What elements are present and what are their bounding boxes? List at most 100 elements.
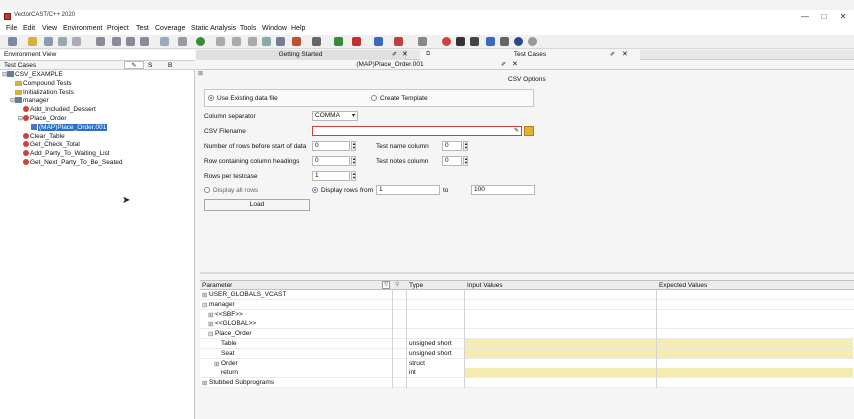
menu-window[interactable]: Window xyxy=(262,25,287,32)
close-window-button[interactable]: ✕ xyxy=(834,11,852,23)
row-expander-icon[interactable]: ⊞ xyxy=(208,311,213,319)
arrow-down-icon[interactable] xyxy=(96,37,105,46)
row-expander-icon[interactable]: ⊞ xyxy=(208,320,213,328)
tree-item[interactable]: ⊟ CSV_EXAMPLE xyxy=(2,71,63,78)
tree-item[interactable]: Clear_Table xyxy=(18,132,65,140)
tree-item[interactable]: Get_Check_Total xyxy=(18,141,80,148)
table-row[interactable]: Seat unsigned short xyxy=(200,348,854,359)
row-expander-icon[interactable]: ⊞ xyxy=(202,291,207,299)
edit-icon[interactable] xyxy=(72,37,81,46)
database-icon[interactable] xyxy=(486,37,495,46)
grid-icon[interactable] xyxy=(500,37,509,46)
test-name-column-stepper[interactable]: ▲ ▼ xyxy=(463,141,468,151)
menu-view[interactable]: View xyxy=(42,25,57,32)
report-icon[interactable] xyxy=(232,37,241,46)
test-notes-column-stepper[interactable]: ▲ ▼ xyxy=(463,156,468,166)
open-icon[interactable] xyxy=(28,37,37,46)
to-input[interactable]: 100 xyxy=(471,185,535,195)
coverage-icon[interactable] xyxy=(334,37,343,46)
step-up-icon[interactable] xyxy=(140,37,149,46)
expected-value-cell[interactable] xyxy=(657,368,853,378)
row-expander-icon[interactable]: ⊞ xyxy=(214,360,219,368)
filter-icon[interactable]: ▽ xyxy=(382,281,390,289)
table-row[interactable]: ⊞ <<SBF>> xyxy=(200,309,854,320)
expected-value-cell[interactable] xyxy=(657,310,853,319)
expected-value-cell[interactable] xyxy=(657,329,853,338)
input-value-cell[interactable] xyxy=(465,290,656,299)
tab-test-cases[interactable]: Test Cases xyxy=(420,50,640,60)
stop-icon[interactable] xyxy=(418,37,427,46)
collapse-icon[interactable]: ⊠ xyxy=(198,70,203,77)
input-value-cell[interactable] xyxy=(465,368,656,378)
input-value-cell[interactable] xyxy=(465,300,656,309)
monitor-icon[interactable] xyxy=(470,37,479,46)
tab-pin-icon[interactable]: ✐ xyxy=(392,51,397,58)
tab-split-icon[interactable]: ⧉ xyxy=(426,51,430,58)
expected-value-cell[interactable] xyxy=(657,290,853,299)
subtab-close-icon[interactable]: ✕ xyxy=(512,60,518,68)
pane-splitter[interactable] xyxy=(200,272,854,274)
row-expander-icon[interactable]: ⊞ xyxy=(202,379,207,387)
tree-item[interactable]: ⊟ manager xyxy=(10,97,49,104)
input-value-cell[interactable] xyxy=(465,329,656,338)
subtab-test-case[interactable]: (MAP)Place_Order.001 xyxy=(270,60,510,70)
input-value-cell[interactable] xyxy=(465,348,656,358)
heading-row-stepper[interactable]: ▲ ▼ xyxy=(351,156,356,166)
script-icon[interactable] xyxy=(216,37,225,46)
tree-item[interactable]: Initialization Tests xyxy=(10,89,74,96)
tree-item[interactable]: Add_Party_To_Waiting_List xyxy=(18,150,110,157)
table-row[interactable]: ⊞ Order struct xyxy=(200,358,854,369)
load-button[interactable]: Load xyxy=(204,199,310,211)
table-row[interactable]: Table unsigned short xyxy=(200,339,854,349)
settings-icon[interactable] xyxy=(160,37,169,46)
rows-per-testcase-stepper[interactable]: ▲ ▼ xyxy=(351,171,356,181)
print-icon[interactable] xyxy=(58,37,67,46)
edit-icon[interactable]: ✎ xyxy=(514,127,519,135)
expression-icon[interactable] xyxy=(276,37,285,46)
rows-before-stepper[interactable]: ▲ ▼ xyxy=(351,141,356,151)
tab-pin-icon-2[interactable]: ✐ xyxy=(610,51,615,58)
terminal-icon[interactable] xyxy=(456,37,465,46)
status-column-label[interactable]: S xyxy=(148,62,152,69)
arrow-up-icon[interactable] xyxy=(112,37,121,46)
menu-static-analysis[interactable]: Static Analysis xyxy=(191,25,236,32)
input-value-cell[interactable] xyxy=(465,310,656,319)
tree-item[interactable]: (MAP)Place_Order.001 xyxy=(26,123,108,131)
list-icon[interactable] xyxy=(248,37,257,46)
table-row[interactable]: return int xyxy=(200,368,854,379)
table-row[interactable]: ⊟ manager xyxy=(200,299,854,310)
subtab-pin-icon[interactable]: ✐ xyxy=(501,61,506,68)
input-values-column-header[interactable]: Input Values xyxy=(467,282,503,289)
column-separator-select[interactable]: COMMA ▾ xyxy=(312,111,358,121)
csv-filename-input[interactable]: ✎ xyxy=(312,126,522,136)
globe-icon[interactable] xyxy=(514,37,523,46)
expected-value-cell[interactable] xyxy=(657,300,853,309)
minimize-button[interactable]: — xyxy=(796,11,814,23)
menu-help[interactable]: Help xyxy=(291,25,305,32)
compile-icon[interactable] xyxy=(312,37,321,46)
row-expander-icon[interactable]: ⊟ xyxy=(202,301,207,309)
input-value-cell[interactable] xyxy=(465,378,656,387)
check-icon[interactable] xyxy=(394,37,403,46)
new-icon[interactable] xyxy=(8,37,17,46)
heading-row-input[interactable]: 0 xyxy=(312,156,350,166)
tree-item[interactable]: Get_Next_Party_To_Be_Seated xyxy=(18,159,123,166)
execute-icon[interactable] xyxy=(196,37,205,46)
tree-item[interactable]: Compound Tests xyxy=(10,80,72,87)
tab-close-icon-2[interactable]: ✕ xyxy=(622,50,628,58)
from-input[interactable]: 1 xyxy=(376,185,440,195)
rows-before-input[interactable]: 0 xyxy=(312,141,350,151)
menu-coverage[interactable]: Coverage xyxy=(155,25,185,32)
create-template-radio[interactable]: Create Template xyxy=(371,95,428,102)
use-existing-radio[interactable]: Use Existing data file xyxy=(208,95,278,102)
lock-icon[interactable]: ⚲ xyxy=(395,281,399,288)
type-column-header[interactable]: Type xyxy=(409,282,423,289)
build-icon[interactable] xyxy=(292,37,301,46)
input-value-cell[interactable] xyxy=(465,359,656,368)
tab-getting-started[interactable]: Getting Started xyxy=(196,50,406,60)
menu-environment[interactable]: Environment xyxy=(63,25,102,32)
table-row[interactable]: ⊞ <<GLOBAL>> xyxy=(200,319,854,330)
expected-value-cell[interactable] xyxy=(657,339,853,348)
expected-value-cell[interactable] xyxy=(657,378,853,387)
menu-file[interactable]: File xyxy=(6,25,17,32)
